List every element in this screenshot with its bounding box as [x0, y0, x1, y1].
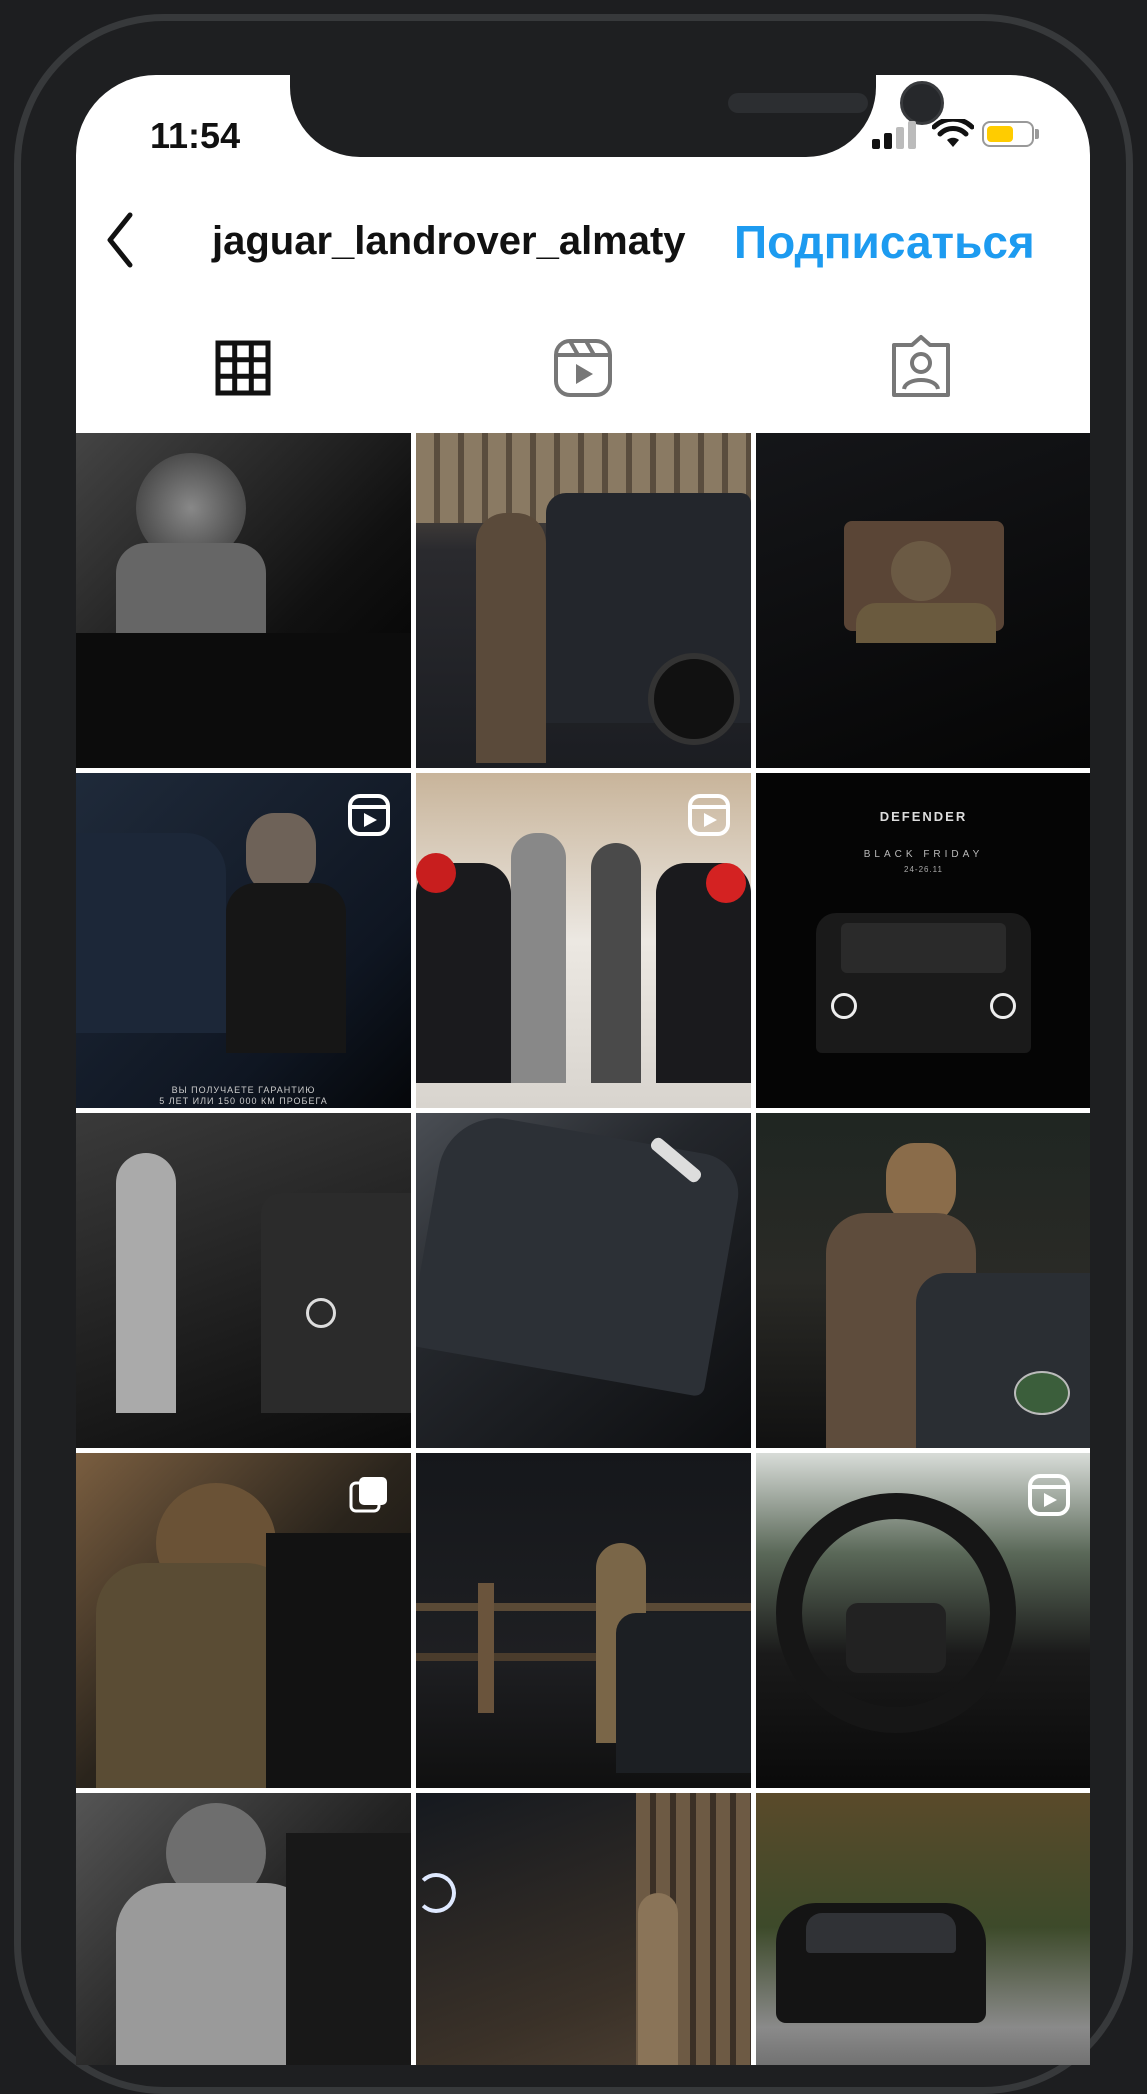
post-thumbnail[interactable]: [76, 1113, 411, 1448]
post-thumbnail[interactable]: [756, 1113, 1090, 1448]
post-thumbnail[interactable]: [756, 1793, 1090, 2065]
post-thumbnail[interactable]: [416, 1113, 751, 1448]
post-thumbnail[interactable]: [416, 1453, 751, 1788]
post-thumbnail[interactable]: [756, 1453, 1090, 1788]
post-caption: ВЫ ПОЛУЧАЕТЕ ГАРАНТИЮ 5 ЛЕТ ИЛИ 150 000 К…: [159, 1085, 328, 1106]
post-thumbnail[interactable]: [416, 1793, 751, 2065]
cellular-signal-icon: [872, 119, 922, 149]
promo-text: BLACK FRIDAY: [863, 849, 984, 860]
profile-header: jaguar_landrover_almaty Подписаться: [76, 205, 1090, 285]
post-thumbnail[interactable]: DEFENDER BLACK FRIDAY 24-26.11: [756, 773, 1090, 1108]
follow-button[interactable]: Подписаться: [734, 215, 1035, 269]
profile-username: jaguar_landrover_almaty: [212, 219, 686, 263]
wifi-icon: [932, 119, 974, 147]
reel-indicator-icon: [1028, 1474, 1070, 1516]
speaker-grille: [728, 93, 868, 113]
phone-screen: 11:54 jaguar_landrover_almaty Подписатьс…: [76, 75, 1090, 2065]
status-time: 11:54: [150, 115, 241, 156]
reel-indicator-icon: [688, 794, 730, 836]
carousel-indicator-icon: [349, 1477, 387, 1513]
notch: [290, 75, 944, 157]
reels-icon[interactable]: [548, 333, 618, 403]
tagged-icon[interactable]: [886, 333, 956, 403]
reel-indicator-icon: [348, 794, 390, 836]
grid-icon[interactable]: [208, 333, 278, 403]
promo-title: DEFENDER: [879, 809, 968, 824]
back-arrow-icon[interactable]: [100, 205, 140, 275]
post-thumbnail[interactable]: [76, 433, 411, 768]
post-thumbnail[interactable]: [756, 433, 1090, 768]
profile-tabs: [76, 333, 1090, 413]
post-thumbnail[interactable]: ВЫ ПОЛУЧАЕТЕ ГАРАНТИЮ 5 ЛЕТ ИЛИ 150 000 К…: [76, 773, 411, 1108]
battery-icon: [982, 121, 1034, 147]
promo-date: 24-26.11: [904, 865, 943, 874]
post-thumbnail[interactable]: [416, 433, 751, 768]
post-thumbnail[interactable]: [76, 1453, 411, 1788]
post-thumbnail[interactable]: [76, 1793, 411, 2065]
post-thumbnail[interactable]: [416, 773, 751, 1108]
